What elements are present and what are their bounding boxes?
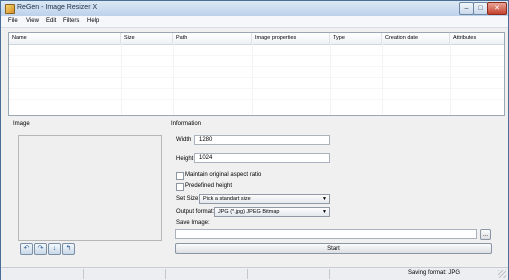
information-section-label: Information [171, 121, 202, 127]
column-type[interactable]: Type [330, 33, 382, 44]
column-size[interactable]: Size [121, 33, 173, 44]
row-divider [9, 66, 504, 67]
column-attributes[interactable]: Attributes [450, 33, 504, 44]
set-size-label: Set Size: [176, 196, 201, 202]
close-button[interactable]: ✕ [487, 2, 507, 15]
row-divider [9, 99, 504, 100]
save-image-path-input[interactable] [175, 229, 477, 239]
app-icon [5, 4, 15, 14]
menu-edit[interactable]: Edit [46, 18, 56, 24]
predefined-height-label[interactable]: Predefined height [185, 183, 232, 189]
file-list[interactable]: Name Size Path Image properties Type Cre… [8, 32, 505, 116]
maximize-button[interactable]: □ [473, 2, 488, 15]
minimize-button[interactable]: – [459, 2, 474, 15]
resize-grip-icon[interactable] [498, 270, 506, 278]
app-window: ReGen - Image Resizer X – □ ✕ File View … [0, 0, 509, 280]
status-divider [165, 269, 166, 279]
flip-icon[interactable]: ↓ [48, 243, 61, 255]
column-creation-date[interactable]: Creation date [382, 33, 450, 44]
maintain-ratio-checkbox[interactable] [176, 172, 184, 180]
menu-filters[interactable]: Filters [63, 18, 79, 24]
status-bar: Saving format: JPG [1, 267, 508, 280]
width-label: Width [176, 137, 192, 143]
menu-bar: File View Edit Filters Help [1, 16, 508, 28]
row-divider [9, 88, 504, 89]
output-format-dropdown[interactable]: JPG (*.jpg) JPEG Bitmap ▼ [214, 207, 330, 217]
save-image-label: Save Image: [176, 220, 210, 226]
undo-icon[interactable]: ↰ [62, 243, 75, 255]
set-size-dropdown[interactable]: Pick a standart size ▼ [199, 194, 330, 204]
width-input[interactable]: 1280 [194, 135, 330, 145]
rotate-left-icon[interactable]: ↶ [20, 243, 33, 255]
column-image-properties[interactable]: Image properties [252, 33, 330, 44]
start-button[interactable]: Start [175, 243, 492, 254]
menu-file[interactable]: File [8, 18, 18, 24]
output-format-label: Output format: [176, 209, 215, 215]
row-divider [9, 77, 504, 78]
column-path[interactable]: Path [173, 33, 252, 44]
chevron-down-icon: ▼ [322, 209, 327, 215]
chevron-down-icon: ▼ [322, 196, 327, 202]
title-bar[interactable]: ReGen - Image Resizer X – □ ✕ [1, 1, 508, 16]
output-format-value: JPG (*.jpg) JPEG Bitmap [218, 209, 280, 215]
maintain-ratio-label[interactable]: Maintain original aspect ratio [185, 172, 261, 178]
predefined-height-checkbox[interactable] [176, 183, 184, 191]
menu-view[interactable]: View [26, 18, 39, 24]
height-label: Height [176, 156, 194, 162]
window-title: ReGen - Image Resizer X [17, 4, 98, 11]
status-divider [329, 269, 330, 279]
row-divider [9, 55, 504, 56]
set-size-value: Pick a standart size [203, 196, 251, 202]
status-text: Saving format: JPG [407, 270, 460, 276]
rotate-right-icon[interactable]: ↷ [34, 243, 47, 255]
menu-help[interactable]: Help [87, 18, 99, 24]
status-divider [83, 269, 84, 279]
file-list-header: Name Size Path Image properties Type Cre… [9, 33, 504, 45]
browse-button[interactable]: ... [480, 229, 491, 240]
image-preview [18, 135, 162, 241]
status-divider [247, 269, 248, 279]
height-input[interactable]: 1024 [194, 153, 330, 163]
column-name[interactable]: Name [9, 33, 121, 44]
image-section-label: Image [13, 121, 30, 127]
